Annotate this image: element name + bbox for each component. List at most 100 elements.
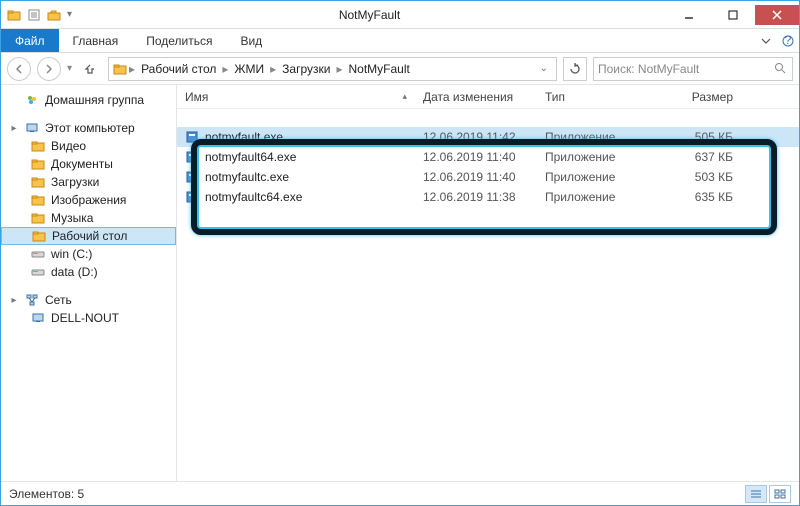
tree-group[interactable]: ▸ Сеть — [1, 291, 176, 309]
file-size: 505 КБ — [653, 130, 741, 144]
homegroup-icon — [25, 93, 39, 107]
tree-label: Документы — [51, 157, 113, 171]
open-folder-icon[interactable] — [47, 8, 61, 22]
titlebar: ▾ NotMyFault — [1, 1, 799, 29]
file-list[interactable]: notmyfault.exe12.06.2019 11:42Приложение… — [177, 109, 799, 481]
breadcrumb-item[interactable]: ЖМИ — [230, 62, 268, 76]
address-bar[interactable]: ▸ Рабочий стол▸ ЖМИ▸ Загрузки▸ NotMyFaul… — [108, 57, 557, 81]
quick-access-toolbar: ▾ — [1, 8, 72, 22]
tree-label: Видео — [51, 139, 86, 153]
window-title: NotMyFault — [72, 8, 667, 22]
network-icon — [25, 293, 39, 307]
tree-label: Изображения — [51, 193, 126, 207]
tree-item[interactable]: Загрузки — [1, 173, 176, 191]
breadcrumb-item[interactable]: NotMyFault — [344, 62, 413, 76]
tree-label: Домашняя группа — [45, 93, 144, 107]
file-date: 12.06.2019 11:40 — [415, 170, 537, 184]
tree-item[interactable]: win (C:) — [1, 245, 176, 263]
search-input[interactable] — [598, 62, 774, 76]
breadcrumb-item[interactable]: Рабочий стол — [137, 62, 220, 76]
breadcrumb-sep-icon[interactable]: ▸ — [220, 62, 230, 76]
navigation-pane[interactable]: Домашняя группа ▸Этот компьютер Видео Докум… — [1, 85, 177, 481]
help-icon[interactable]: ? — [777, 29, 799, 52]
folder-icon — [32, 229, 46, 243]
tree-label: win (C:) — [51, 247, 92, 261]
file-name: notmyfault64.exe — [205, 150, 296, 164]
nav-forward-button[interactable] — [37, 57, 61, 81]
folder-icon — [31, 139, 45, 153]
tab-share[interactable]: Поделиться — [132, 29, 226, 52]
folder-icon — [7, 8, 21, 22]
tree-label: DELL-NOUT — [51, 311, 119, 325]
tree-label: Сеть — [45, 293, 72, 307]
folder-icon — [113, 62, 127, 76]
pc-icon — [31, 311, 45, 325]
tab-home[interactable]: Главная — [59, 29, 133, 52]
breadcrumb-sep-icon[interactable]: ▸ — [268, 62, 278, 76]
tree-item[interactable]: Музыка — [1, 209, 176, 227]
close-button[interactable] — [755, 5, 799, 25]
address-dropdown-icon[interactable]: ⌄ — [536, 63, 552, 74]
ribbon-expand-icon[interactable] — [755, 29, 777, 52]
minimize-button[interactable] — [667, 5, 711, 25]
search-icon[interactable] — [774, 62, 788, 76]
file-type: Приложение — [537, 150, 653, 164]
breadcrumb-item[interactable]: Загрузки — [278, 62, 334, 76]
folder-icon — [31, 157, 45, 171]
folder-icon — [31, 175, 45, 189]
exe-icon — [185, 130, 199, 144]
file-name: notmyfaultc64.exe — [205, 190, 302, 204]
exe-icon — [185, 190, 199, 204]
tree-item[interactable]: data (D:) — [1, 263, 176, 281]
tree-item[interactable]: Рабочий стол — [1, 227, 176, 245]
folder-icon — [31, 211, 45, 225]
search-box[interactable] — [593, 57, 793, 81]
file-name: notmyfault.exe — [205, 130, 283, 144]
tree-group[interactable]: Домашняя группа — [1, 91, 176, 109]
tab-file[interactable]: Файл — [1, 29, 59, 52]
file-type: Приложение — [537, 130, 653, 144]
breadcrumb-sep-icon[interactable]: ▸ — [334, 62, 344, 76]
explorer-window: ▾ NotMyFault Файл Главная Поделиться Вид… — [0, 0, 800, 506]
tree-label: data (D:) — [51, 265, 98, 279]
properties-icon[interactable] — [27, 8, 41, 22]
content-pane: Имя▴ Дата изменения Тип Размер notmyfaul… — [177, 85, 799, 481]
view-details-button[interactable] — [745, 485, 767, 503]
file-type: Приложение — [537, 170, 653, 184]
column-headers: Имя▴ Дата изменения Тип Размер — [177, 85, 799, 109]
refresh-button[interactable] — [563, 57, 587, 81]
tree-item[interactable]: DELL-NOUT — [1, 309, 176, 327]
nav-up-button[interactable] — [78, 57, 102, 81]
tab-view[interactable]: Вид — [226, 29, 276, 52]
status-bar: Элементов: 5 — [1, 481, 799, 505]
column-header-date[interactable]: Дата изменения — [415, 90, 537, 104]
tree-item[interactable]: Изображения — [1, 191, 176, 209]
view-toggle — [745, 485, 791, 503]
breadcrumb-sep-icon[interactable]: ▸ — [127, 62, 137, 76]
file-name: notmyfaultc.exe — [205, 170, 289, 184]
column-header-type[interactable]: Тип — [537, 90, 653, 104]
pc-icon — [25, 121, 39, 135]
tree-group[interactable]: ▸Этот компьютер — [1, 119, 176, 137]
column-header-size[interactable]: Размер — [653, 90, 741, 104]
view-icons-button[interactable] — [769, 485, 791, 503]
caret-icon[interactable]: ▸ — [9, 123, 19, 134]
folder-icon — [31, 193, 45, 207]
tree-item[interactable]: Документы — [1, 155, 176, 173]
file-row[interactable]: notmyfault64.exe12.06.2019 11:40Приложен… — [177, 147, 799, 167]
file-row[interactable]: notmyfault.exe12.06.2019 11:42Приложение… — [177, 127, 799, 147]
file-size: 635 КБ — [653, 190, 741, 204]
nav-history-icon[interactable]: ▾ — [67, 63, 72, 74]
exe-icon — [185, 170, 199, 184]
drive-icon — [31, 247, 45, 261]
tree-item[interactable]: Видео — [1, 137, 176, 155]
nav-back-button[interactable] — [7, 57, 31, 81]
tree-label: Рабочий стол — [52, 229, 127, 243]
file-row[interactable]: notmyfaultc64.exe12.06.2019 11:38Приложе… — [177, 187, 799, 207]
file-row[interactable]: notmyfaultc.exe 12.06.2019 11:40Приложени… — [177, 167, 799, 187]
column-header-name[interactable]: Имя▴ — [177, 90, 415, 104]
file-size: 503 КБ — [653, 170, 741, 184]
caret-icon[interactable]: ▸ — [9, 295, 19, 306]
file-row[interactable] — [177, 113, 799, 127]
maximize-button[interactable] — [711, 5, 755, 25]
